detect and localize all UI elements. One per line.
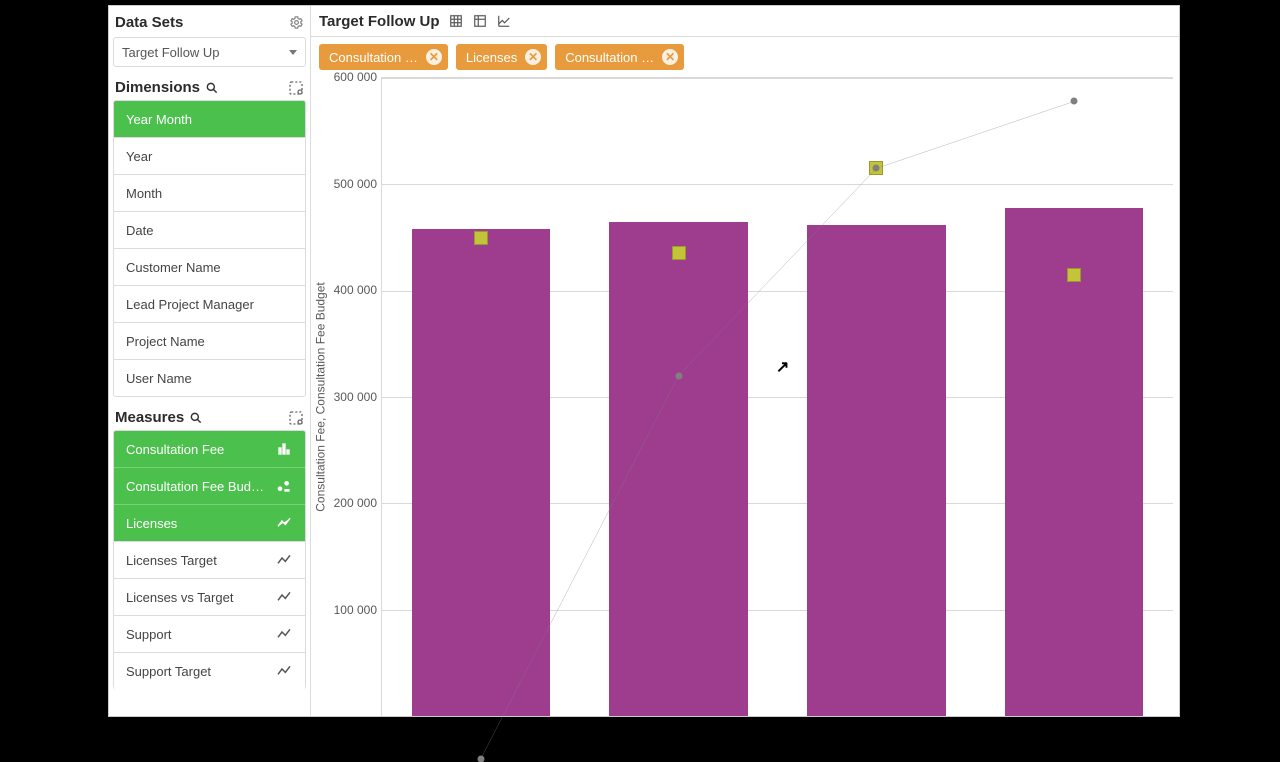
line-point[interactable] [1071, 98, 1078, 105]
line-chart-icon [275, 514, 293, 532]
line-chart-icon [275, 551, 293, 569]
dimension-item[interactable]: Lead Project Manager [114, 285, 305, 322]
measures-header: Measures [113, 405, 306, 430]
measure-label: Support Target [126, 664, 211, 679]
y-tick-label: 500 000 [334, 177, 377, 191]
y-tick-label: 300 000 [334, 390, 377, 404]
dataset-select-value: Target Follow Up [122, 45, 220, 60]
line-point[interactable] [675, 372, 682, 379]
chart[interactable]: Consultation Fee, Consultation Fee Budge… [311, 77, 1179, 716]
datasets-title: Data Sets [115, 14, 183, 31]
chart-view-icon[interactable] [496, 13, 512, 29]
dimension-item[interactable]: User Name [114, 359, 305, 396]
dimension-item[interactable]: Month [114, 174, 305, 211]
chip-remove-icon[interactable]: ✕ [426, 49, 442, 65]
measure-label: Licenses vs Target [126, 590, 233, 605]
gear-icon[interactable] [288, 15, 304, 31]
y-tick-label: 400 000 [334, 283, 377, 297]
measure-item[interactable]: Consultation Fee Bud… [114, 467, 305, 504]
chip-remove-icon[interactable]: ✕ [662, 49, 678, 65]
chart-header: Target Follow Up [311, 6, 1179, 37]
measure-item[interactable]: Licenses vs Target [114, 578, 305, 615]
dimensions-title: Dimensions [115, 79, 200, 96]
chart-plot-area[interactable]: ↖ [381, 77, 1173, 716]
chip-label: Licenses [466, 50, 517, 65]
selection-clear-icon[interactable] [288, 410, 304, 426]
y-axis: 100 000200 000300 000400 000500 000600 0… [331, 77, 381, 716]
sidebar: Data Sets Target Follow Up Dimensions Ye… [109, 6, 311, 716]
y-tick-label: 600 000 [334, 70, 377, 84]
measure-item[interactable]: Support [114, 615, 305, 652]
measure-label: Consultation Fee [126, 442, 224, 457]
measure-label: Support [126, 627, 172, 642]
datasets-header: Data Sets [113, 10, 306, 35]
search-icon[interactable] [188, 410, 204, 426]
dataset-select[interactable]: Target Follow Up [113, 37, 306, 67]
main-area: Target Follow Up Consultation …✕Licenses… [311, 6, 1179, 716]
y-tick-label: 100 000 [334, 603, 377, 617]
line-point[interactable] [477, 755, 484, 762]
app-window: Data Sets Target Follow Up Dimensions Ye… [108, 5, 1180, 717]
measure-item[interactable]: Support Target [114, 652, 305, 689]
dimensions-header: Dimensions [113, 75, 306, 100]
dimension-item[interactable]: Project Name [114, 322, 305, 359]
y-axis-label: Consultation Fee, Consultation Fee Budge… [311, 77, 331, 716]
search-icon[interactable] [204, 80, 220, 96]
measure-item[interactable]: Consultation Fee [114, 431, 305, 467]
dimension-item[interactable]: Date [114, 211, 305, 248]
measure-label: Licenses [126, 516, 177, 531]
dimension-item[interactable]: Customer Name [114, 248, 305, 285]
chip-label: Consultation … [329, 50, 418, 65]
dimensions-list: Year MonthYearMonthDateCustomer NameLead… [113, 100, 306, 397]
measure-chips: Consultation … ✕ Licenses ✕ Consultation … ✕ [311, 37, 1179, 77]
measure-item[interactable]: Licenses Target [114, 541, 305, 578]
y-tick-label: 200 000 [334, 496, 377, 510]
measure-item[interactable]: Licenses [114, 504, 305, 541]
dimension-item[interactable]: Year [114, 137, 305, 174]
line-series [382, 78, 1173, 716]
line-point[interactable] [873, 165, 880, 172]
chip-label: Consultation … [565, 50, 654, 65]
chart-title: Target Follow Up [319, 13, 440, 30]
measure-chip[interactable]: Consultation … ✕ [319, 44, 448, 70]
measures-list: Consultation Fee Consultation Fee Bud… Lic… [113, 430, 306, 689]
pivot-view-icon[interactable] [472, 13, 488, 29]
line-chart-icon [275, 662, 293, 680]
dots-chart-icon [275, 477, 293, 495]
measure-chip[interactable]: Consultation … ✕ [555, 44, 684, 70]
bar-chart-icon [275, 440, 293, 458]
cursor-icon: ↖ [776, 357, 789, 377]
measures-title: Measures [115, 409, 184, 426]
selection-clear-icon[interactable] [288, 80, 304, 96]
measure-label: Licenses Target [126, 553, 217, 568]
measure-label: Consultation Fee Bud… [126, 479, 264, 494]
dimension-item[interactable]: Year Month [114, 101, 305, 137]
table-view-icon[interactable] [448, 13, 464, 29]
line-chart-icon [275, 588, 293, 606]
chevron-down-icon [289, 50, 297, 55]
line-chart-icon [275, 625, 293, 643]
chip-remove-icon[interactable]: ✕ [525, 49, 541, 65]
measure-chip[interactable]: Licenses ✕ [456, 44, 547, 70]
